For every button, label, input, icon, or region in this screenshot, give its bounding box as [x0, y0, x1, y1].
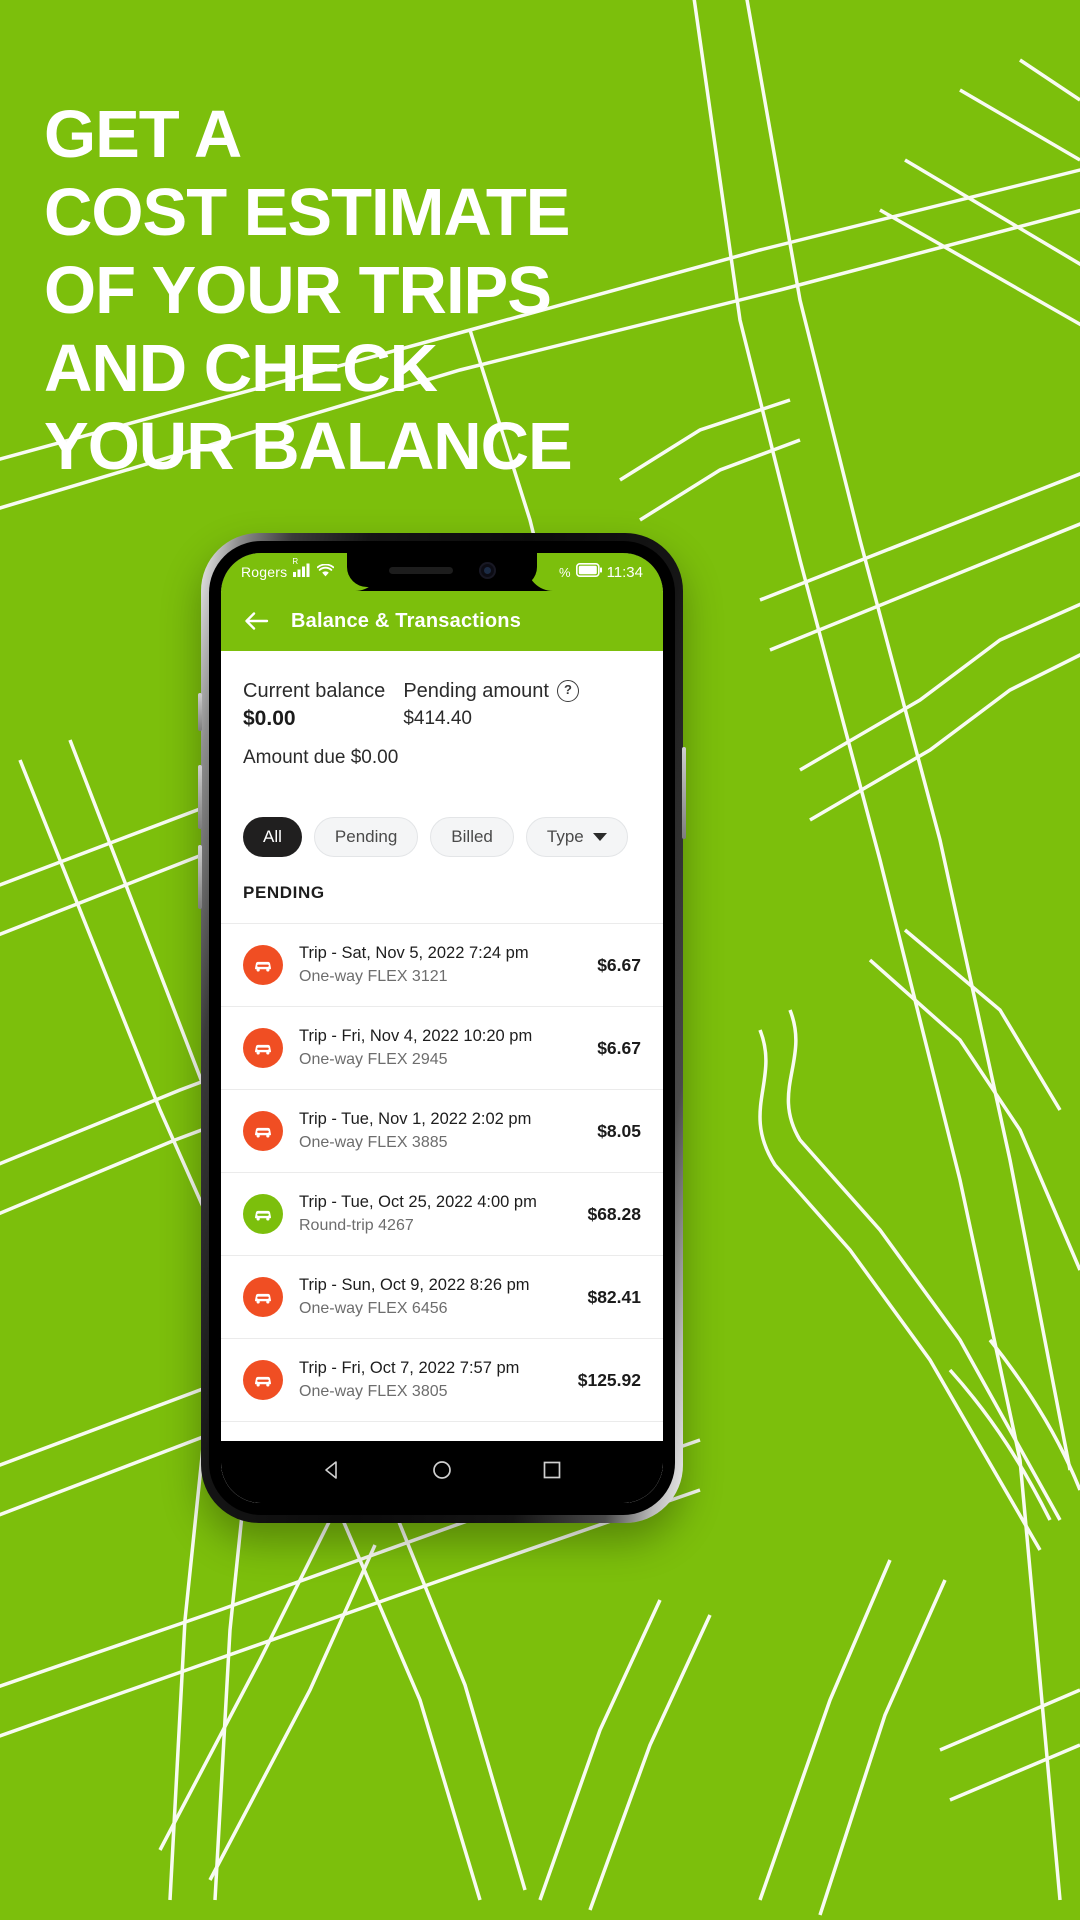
transaction-title: Trip - Sat, Nov 5, 2022 7:24 pm	[299, 944, 529, 962]
filter-chip-billed[interactable]: Billed	[430, 817, 514, 857]
pending-amount-label: Pending amount	[403, 680, 549, 702]
android-recents-icon[interactable]	[540, 1458, 564, 1487]
wifi-icon	[317, 563, 335, 581]
transaction-text: Trip - Fri, Oct 7, 2022 7:57 pm One-way F…	[299, 1357, 562, 1403]
chevron-down-icon	[592, 833, 607, 841]
transaction-row[interactable]: Trip - Tue, Nov 1, 2022 2:02 pm One-way F…	[221, 1090, 663, 1173]
transaction-amount: $6.67	[597, 954, 641, 975]
transaction-amount: $6.67	[597, 1037, 641, 1058]
battery-percent-label: %	[559, 564, 571, 580]
current-balance-label: Current balance	[243, 680, 386, 702]
filter-chip-billed-label: Billed	[451, 827, 493, 846]
promo-headline: GET A COST ESTIMATE OF YOUR TRIPS AND CH…	[44, 96, 744, 486]
phone-volume-up-button[interactable]	[198, 765, 202, 829]
earpiece-speaker	[388, 566, 453, 574]
transaction-title: Trip - Tue, Nov 1, 2022 2:02 pm	[299, 1110, 532, 1128]
phone-mute-switch[interactable]	[198, 693, 202, 731]
transaction-amount: $8.05	[597, 1120, 641, 1141]
filter-chip-pending[interactable]: Pending	[313, 817, 419, 857]
transaction-row[interactable]: Trip - Sun, Oct 9, 2022 8:26 pm One-way F…	[221, 1256, 663, 1339]
front-camera	[478, 561, 496, 579]
transaction-text: Trip - Sun, Oct 9, 2022 8:26 pm One-way F…	[299, 1274, 571, 1320]
arrow-left-icon[interactable]	[243, 608, 269, 634]
transaction-text: Trip - Tue, Nov 1, 2022 2:02 pm One-way F…	[299, 1108, 581, 1154]
transaction-row[interactable]: Trip - Fri, Oct 7, 2022 7:57 pm One-way F…	[221, 1339, 663, 1422]
car-icon	[243, 1277, 283, 1317]
android-home-icon[interactable]	[430, 1458, 454, 1487]
car-icon	[243, 1194, 283, 1234]
phone-mockup: Rogers R % 11:34 Balance & Transactions …	[198, 533, 686, 1523]
transaction-title: Trip - Fri, Oct 7, 2022 7:57 pm	[299, 1359, 520, 1377]
android-back-icon[interactable]	[320, 1458, 344, 1487]
filter-chip-group: All Pending Billed Type	[221, 791, 663, 879]
filter-chip-all-label: All	[263, 827, 282, 846]
phone-power-button[interactable]	[682, 747, 686, 839]
headline-line-1: GET A	[44, 97, 242, 172]
amount-due-label: Amount due $0.00	[243, 747, 399, 768]
cellular-signal-icon: R	[292, 557, 311, 581]
transaction-text: Trip - Fri, Nov 4, 2022 10:20 pm One-way …	[299, 1025, 581, 1071]
transaction-subtitle: One-way FLEX 3805	[299, 1383, 448, 1400]
phone-screen: Rogers R % 11:34 Balance & Transactions …	[221, 553, 663, 1503]
transaction-amount: $82.41	[587, 1286, 641, 1307]
transaction-text: Trip - Sat, Nov 5, 2022 7:24 pm One-way F…	[299, 942, 581, 988]
transaction-subtitle: One-way FLEX 6456	[299, 1300, 448, 1317]
android-navigation-bar	[221, 1441, 663, 1503]
filter-chip-pending-label: Pending	[334, 827, 398, 846]
transaction-row[interactable]: Trip - Tue, Oct 25, 2022 4:00 pm Round-tr…	[221, 1173, 663, 1256]
pending-amount-block: Pending amount ? $414.40	[403, 677, 579, 733]
car-icon	[243, 945, 283, 985]
transactions-panel: All Pending Billed Type PENDING Trip - S…	[221, 791, 663, 1503]
headline-line-3: OF YOUR TRIPS	[44, 253, 552, 328]
phone-notch	[347, 553, 537, 587]
transaction-amount: $68.28	[587, 1203, 641, 1224]
filter-chip-all[interactable]: All	[243, 817, 302, 857]
car-icon	[243, 1111, 283, 1151]
battery-icon	[575, 563, 602, 581]
page-title: Balance & Transactions	[291, 609, 522, 632]
filter-chip-type[interactable]: Type	[525, 817, 628, 857]
filter-chip-type-label: Type	[546, 827, 584, 846]
transaction-list[interactable]: Trip - Sat, Nov 5, 2022 7:24 pm One-way F…	[221, 923, 663, 1503]
transaction-row[interactable]: Trip - Sat, Nov 5, 2022 7:24 pm One-way F…	[221, 924, 663, 1007]
clock-label: 11:34	[606, 563, 643, 581]
phone-volume-down-button[interactable]	[198, 845, 202, 909]
carrier-label: Rogers	[241, 564, 288, 580]
transaction-title: Trip - Sun, Oct 9, 2022 8:26 pm	[299, 1276, 530, 1294]
transaction-title: Trip - Tue, Oct 25, 2022 4:00 pm	[299, 1193, 537, 1211]
car-icon	[243, 1360, 283, 1400]
transaction-title: Trip - Fri, Nov 4, 2022 10:20 pm	[299, 1027, 533, 1045]
headline-line-2: COST ESTIMATE	[44, 175, 571, 250]
transaction-subtitle: One-way FLEX 3885	[299, 1134, 448, 1151]
transaction-subtitle: One-way FLEX 3121	[299, 968, 448, 985]
transaction-text: Trip - Tue, Oct 25, 2022 4:00 pm Round-tr…	[299, 1191, 571, 1237]
headline-line-5: YOUR BALANCE	[44, 409, 573, 484]
balance-summary-card: Current balance $0.00 Pending amount ? $…	[221, 651, 663, 769]
current-balance-block: Current balance $0.00	[243, 677, 385, 733]
app-header: Balance & Transactions	[221, 591, 663, 651]
current-balance-value: $0.00	[243, 707, 296, 730]
transaction-row[interactable]: Trip - Fri, Nov 4, 2022 10:20 pm One-way …	[221, 1007, 663, 1090]
transaction-amount: $125.92	[577, 1369, 641, 1390]
section-heading-pending: PENDING	[243, 883, 325, 902]
roaming-label: R	[292, 557, 299, 566]
headline-line-4: AND CHECK	[44, 331, 438, 406]
pending-amount-value: $414.40	[403, 708, 472, 729]
transaction-subtitle: One-way FLEX 2945	[299, 1051, 448, 1068]
transaction-subtitle: Round-trip 4267	[299, 1217, 414, 1234]
status-bar: Rogers R % 11:34	[221, 553, 663, 591]
car-icon	[243, 1028, 283, 1068]
question-mark-icon[interactable]: ?	[556, 680, 579, 702]
